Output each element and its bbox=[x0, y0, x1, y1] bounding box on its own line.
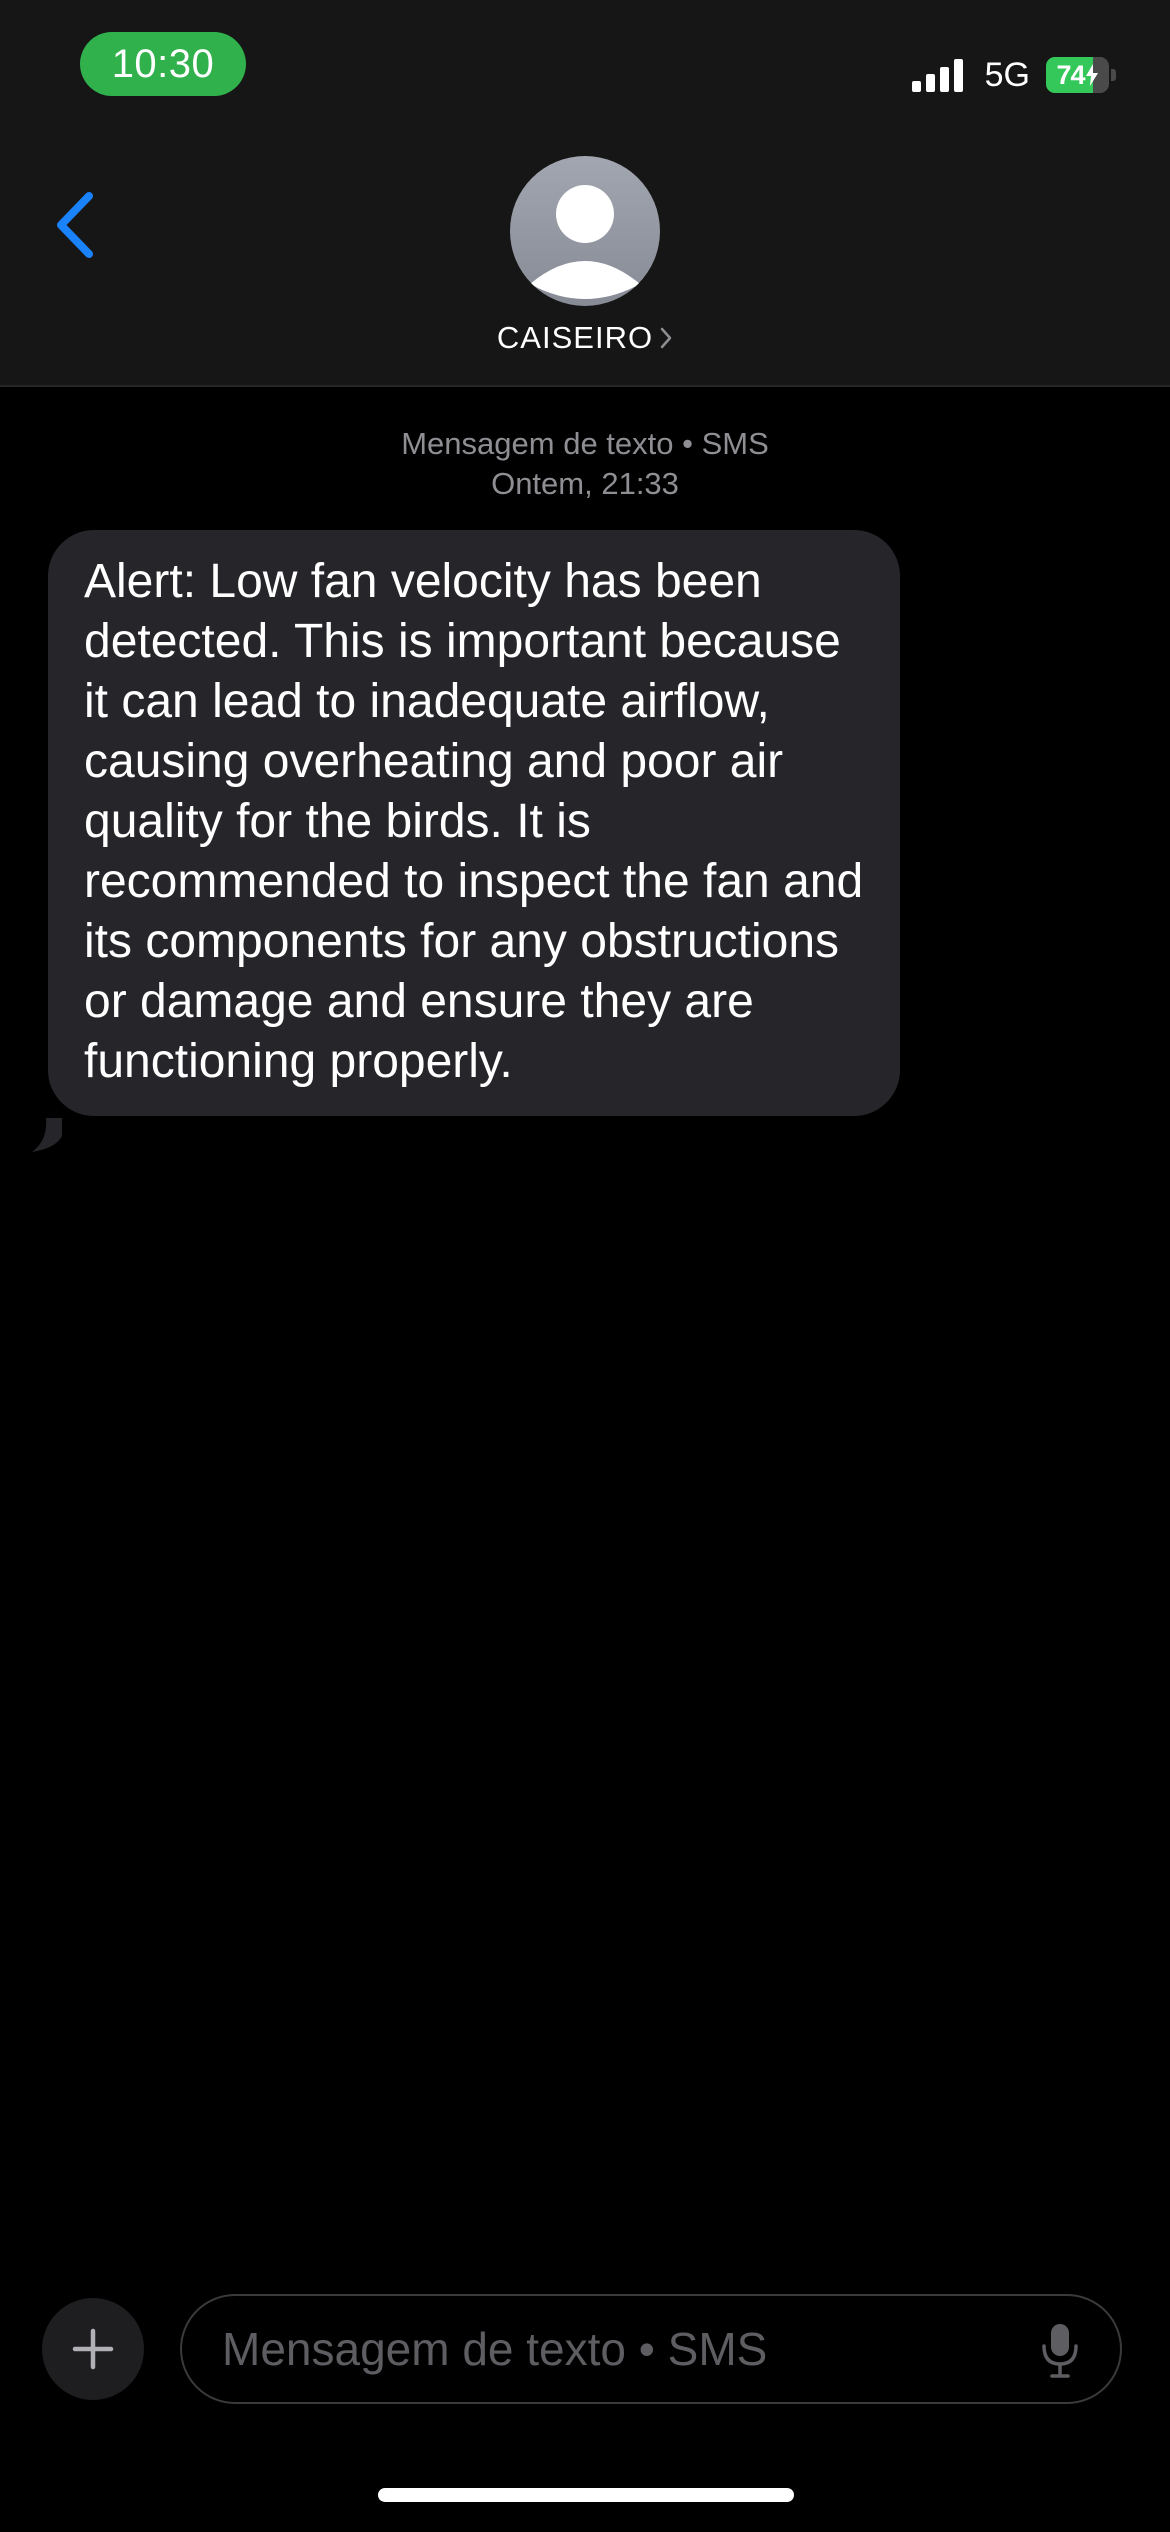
microphone-icon[interactable] bbox=[1040, 2322, 1080, 2380]
contact-name: CAISEIRO bbox=[496, 320, 654, 355]
battery-level: 74 bbox=[1056, 59, 1086, 90]
charging-bolt-icon bbox=[1085, 64, 1098, 86]
chevron-right-icon bbox=[660, 327, 672, 349]
back-button[interactable] bbox=[40, 180, 110, 270]
plus-icon bbox=[72, 2328, 114, 2370]
service-label: Mensagem de texto • SMS bbox=[401, 426, 769, 461]
incoming-message-bubble[interactable]: Alert: Low fan velocity has been detecte… bbox=[48, 530, 900, 1116]
cellular-signal-icon bbox=[911, 58, 963, 92]
apps-plus-button[interactable] bbox=[42, 2298, 144, 2400]
person-silhouette-icon bbox=[530, 185, 640, 299]
conversation-header: 10:30 5G 74 CAISEIRO bbox=[0, 0, 1170, 387]
message-input[interactable] bbox=[220, 2321, 1004, 2377]
contact-details-link[interactable]: CAISEIRO bbox=[0, 320, 1170, 356]
message-meta: Mensagem de texto • SMS Ontem, 21:33 bbox=[0, 424, 1170, 504]
message-timestamp: Ontem, 21:33 bbox=[491, 466, 679, 501]
network-type: 5G bbox=[984, 55, 1030, 94]
status-time-text: 10:30 bbox=[111, 41, 215, 86]
battery-icon: 74 bbox=[1046, 57, 1116, 93]
contact-avatar[interactable] bbox=[510, 156, 660, 306]
message-text: Alert: Low fan velocity has been detecte… bbox=[84, 555, 864, 1088]
home-indicator[interactable] bbox=[378, 2488, 794, 2502]
chevron-left-icon bbox=[57, 192, 93, 258]
status-indicators: 5G 74 bbox=[911, 52, 1116, 98]
message-input-container[interactable] bbox=[180, 2294, 1122, 2404]
bubble-tail bbox=[32, 1118, 62, 1152]
status-time[interactable]: 10:30 bbox=[80, 32, 246, 96]
